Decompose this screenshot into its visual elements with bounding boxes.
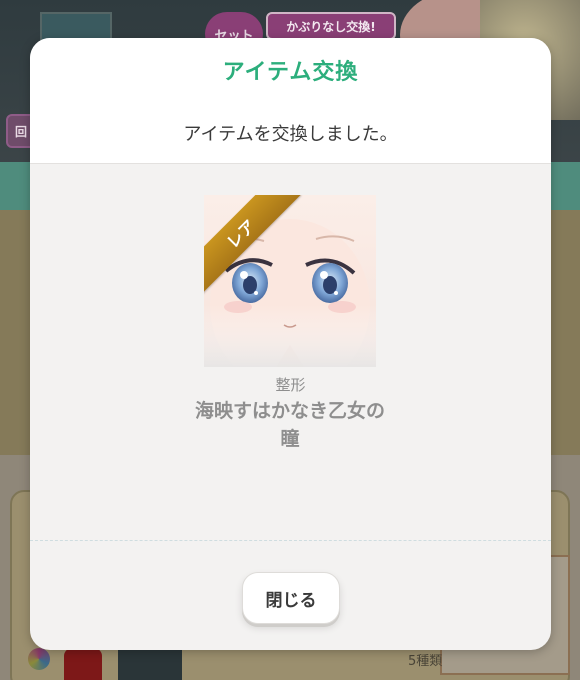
dialog-title: アイテム交換: [222, 60, 359, 85]
background-swap-banner: かぶりなし交換!: [266, 12, 396, 40]
background-capsule-icon: [64, 648, 102, 680]
item-name: 海映すはかなき乙女の瞳: [194, 400, 385, 450]
close-button[interactable]: 閉じる: [242, 572, 340, 624]
dialog-message: アイテムを交換しました。: [183, 124, 398, 145]
item-exchange-dialog: アイテム交換 アイテムを交換しました。 レア 整形 海映すはかなき乙女の瞳 閉じ…: [30, 38, 551, 650]
dialog-header: アイテム交換 アイテムを交換しました。: [30, 38, 551, 164]
item-thumbnail: レア: [204, 195, 376, 367]
dialog-body: レア 整形 海映すはかなき乙女の瞳: [30, 165, 551, 540]
background-variety-count: 5種類: [408, 654, 443, 669]
background-ball-icon: [28, 648, 50, 670]
dialog-divider: [30, 540, 551, 541]
item-category: 整形: [275, 376, 306, 394]
